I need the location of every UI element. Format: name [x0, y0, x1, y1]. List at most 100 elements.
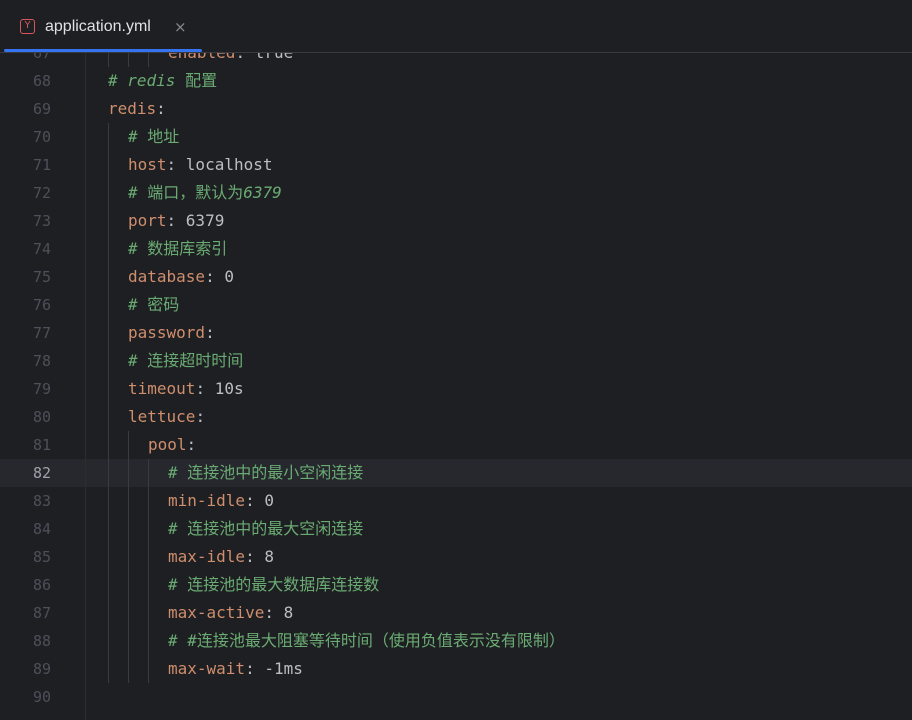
- code-text: # #连接池最大阻塞等待时间（使用负值表示没有限制）: [168, 627, 565, 655]
- yaml-separator: :: [195, 379, 215, 398]
- line-number: 73: [32, 212, 51, 230]
- line-number: 85: [32, 548, 51, 566]
- editor-tab-bar: Y application.yml ×: [0, 0, 912, 53]
- code-line[interactable]: 79 timeout: 10s: [0, 375, 912, 403]
- code-line[interactable]: 88 # #连接池最大阻塞等待时间（使用负值表示没有限制）: [0, 627, 912, 655]
- yaml-comment: # 密码: [128, 295, 180, 314]
- code-text: # 连接池的最大数据库连接数: [168, 571, 379, 599]
- code-line[interactable]: 81 pool:: [0, 431, 912, 459]
- code-text: port: 6379: [128, 207, 224, 235]
- line-number: 79: [32, 380, 51, 398]
- code-line[interactable]: 85 max-idle: 8: [0, 543, 912, 571]
- yaml-key: max-active: [168, 603, 265, 622]
- code-text: # 地址: [128, 123, 179, 151]
- yaml-value: 8: [264, 547, 274, 566]
- tab-filename: application.yml: [45, 18, 151, 35]
- yaml-key: max-idle: [168, 547, 246, 566]
- yaml-key: database: [128, 267, 206, 286]
- yaml-comment: # 数据库索引: [128, 239, 228, 258]
- yaml-comment: # 地址: [128, 127, 180, 146]
- code-line[interactable]: 82 # 连接池中的最小空闲连接: [0, 459, 912, 487]
- code-line[interactable]: 78 # 连接超时时间: [0, 347, 912, 375]
- code-line[interactable]: 71 host: localhost: [0, 151, 912, 179]
- yaml-value: 0: [264, 491, 274, 510]
- code-line[interactable]: 70 # 地址: [0, 123, 912, 151]
- yaml-comment: # #连接池最大阻塞等待时间（使用负值表示没有限制）: [168, 631, 565, 650]
- line-number: 74: [32, 240, 51, 258]
- line-number: 83: [32, 492, 51, 510]
- code-text: # 连接池中的最小空闲连接: [168, 459, 363, 487]
- tab-application-yml[interactable]: Y application.yml ×: [0, 0, 202, 53]
- code-line[interactable]: 84 # 连接池中的最大空闲连接: [0, 515, 912, 543]
- code-line[interactable]: 80 lettuce:: [0, 403, 912, 431]
- code-text: max-active: 8: [168, 599, 293, 627]
- yaml-separator: :: [205, 267, 225, 286]
- line-number: 87: [32, 604, 51, 622]
- yaml-value: -1ms: [264, 659, 303, 678]
- yaml-key: password: [128, 323, 206, 342]
- yaml-key: host: [128, 155, 167, 174]
- line-number: 70: [32, 128, 51, 146]
- code-text: # 密码: [128, 291, 179, 319]
- line-number: 78: [32, 352, 51, 370]
- active-tab-indicator: [4, 49, 202, 52]
- code-text: pool:: [148, 431, 196, 459]
- code-line[interactable]: 77 password:: [0, 319, 912, 347]
- code-line[interactable]: 89 max-wait: -1ms: [0, 655, 912, 683]
- code-line[interactable]: 83 min-idle: 0: [0, 487, 912, 515]
- code-text: password:: [128, 319, 215, 347]
- line-number: 84: [32, 520, 51, 538]
- yaml-separator: :: [245, 659, 265, 678]
- yaml-separator: :: [205, 323, 215, 342]
- yaml-separator: :: [195, 407, 206, 426]
- yaml-key: port: [128, 211, 167, 230]
- indent-guide: [128, 53, 129, 67]
- yaml-comment: # redis 配置: [108, 71, 218, 90]
- yaml-separator: :: [166, 211, 186, 230]
- yaml-value: 10s: [214, 379, 244, 398]
- yaml-separator: :: [166, 155, 186, 174]
- yaml-comment: # 连接池的最大数据库连接数: [168, 575, 380, 594]
- code-line[interactable]: 86 # 连接池的最大数据库连接数: [0, 571, 912, 599]
- yaml-key: redis: [108, 99, 157, 118]
- code-line[interactable]: 68 # redis 配置: [0, 67, 912, 95]
- yaml-separator: :: [264, 603, 284, 622]
- yaml-value: 8: [283, 603, 294, 622]
- line-number: 69: [32, 100, 51, 118]
- code-line[interactable]: 74 # 数据库索引: [0, 235, 912, 263]
- line-number: 77: [32, 324, 51, 342]
- code-line[interactable]: 72 # 端口，默认为6379: [0, 179, 912, 207]
- code-line[interactable]: 67 enabled: true: [0, 53, 912, 67]
- code-text: lettuce:: [128, 403, 205, 431]
- code-text: redis:: [108, 95, 166, 123]
- line-number: 71: [32, 156, 51, 174]
- yaml-separator: :: [156, 99, 166, 118]
- yaml-value: 6379: [185, 211, 225, 230]
- code-text: # 连接超时时间: [128, 347, 243, 375]
- code-text: host: localhost: [128, 151, 273, 179]
- close-icon[interactable]: ×: [174, 16, 187, 38]
- yaml-comment: # 端口，默认为6379: [128, 183, 282, 202]
- indent-guide: [128, 431, 129, 683]
- code-line[interactable]: 73 port: 6379: [0, 207, 912, 235]
- code-text: # 连接池中的最大空闲连接: [168, 515, 363, 543]
- code-line[interactable]: 76 # 密码: [0, 291, 912, 319]
- yaml-comment: # 连接池中的最小空闲连接: [168, 463, 364, 482]
- code-text: min-idle: 0: [168, 487, 274, 515]
- code-editor[interactable]: 67 enabled: true 68 # redis 配置 69 redis: 70 # 地…: [0, 53, 912, 720]
- yaml-separator: :: [245, 491, 265, 510]
- yaml-key: timeout: [128, 379, 196, 398]
- code-line[interactable]: 90: [0, 683, 912, 711]
- yaml-separator: :: [186, 435, 197, 454]
- code-line[interactable]: 87 max-active: 8: [0, 599, 912, 627]
- indent-guide: [108, 53, 109, 67]
- code-line[interactable]: 69 redis:: [0, 95, 912, 123]
- line-number: 90: [32, 688, 51, 706]
- line-number: 72: [32, 184, 51, 202]
- yaml-separator: :: [245, 547, 265, 566]
- line-number: 82: [32, 464, 51, 482]
- code-line[interactable]: 75 database: 0: [0, 263, 912, 291]
- yaml-file-icon: Y: [20, 19, 35, 34]
- line-number: 86: [32, 576, 51, 594]
- indent-guide: [108, 123, 109, 683]
